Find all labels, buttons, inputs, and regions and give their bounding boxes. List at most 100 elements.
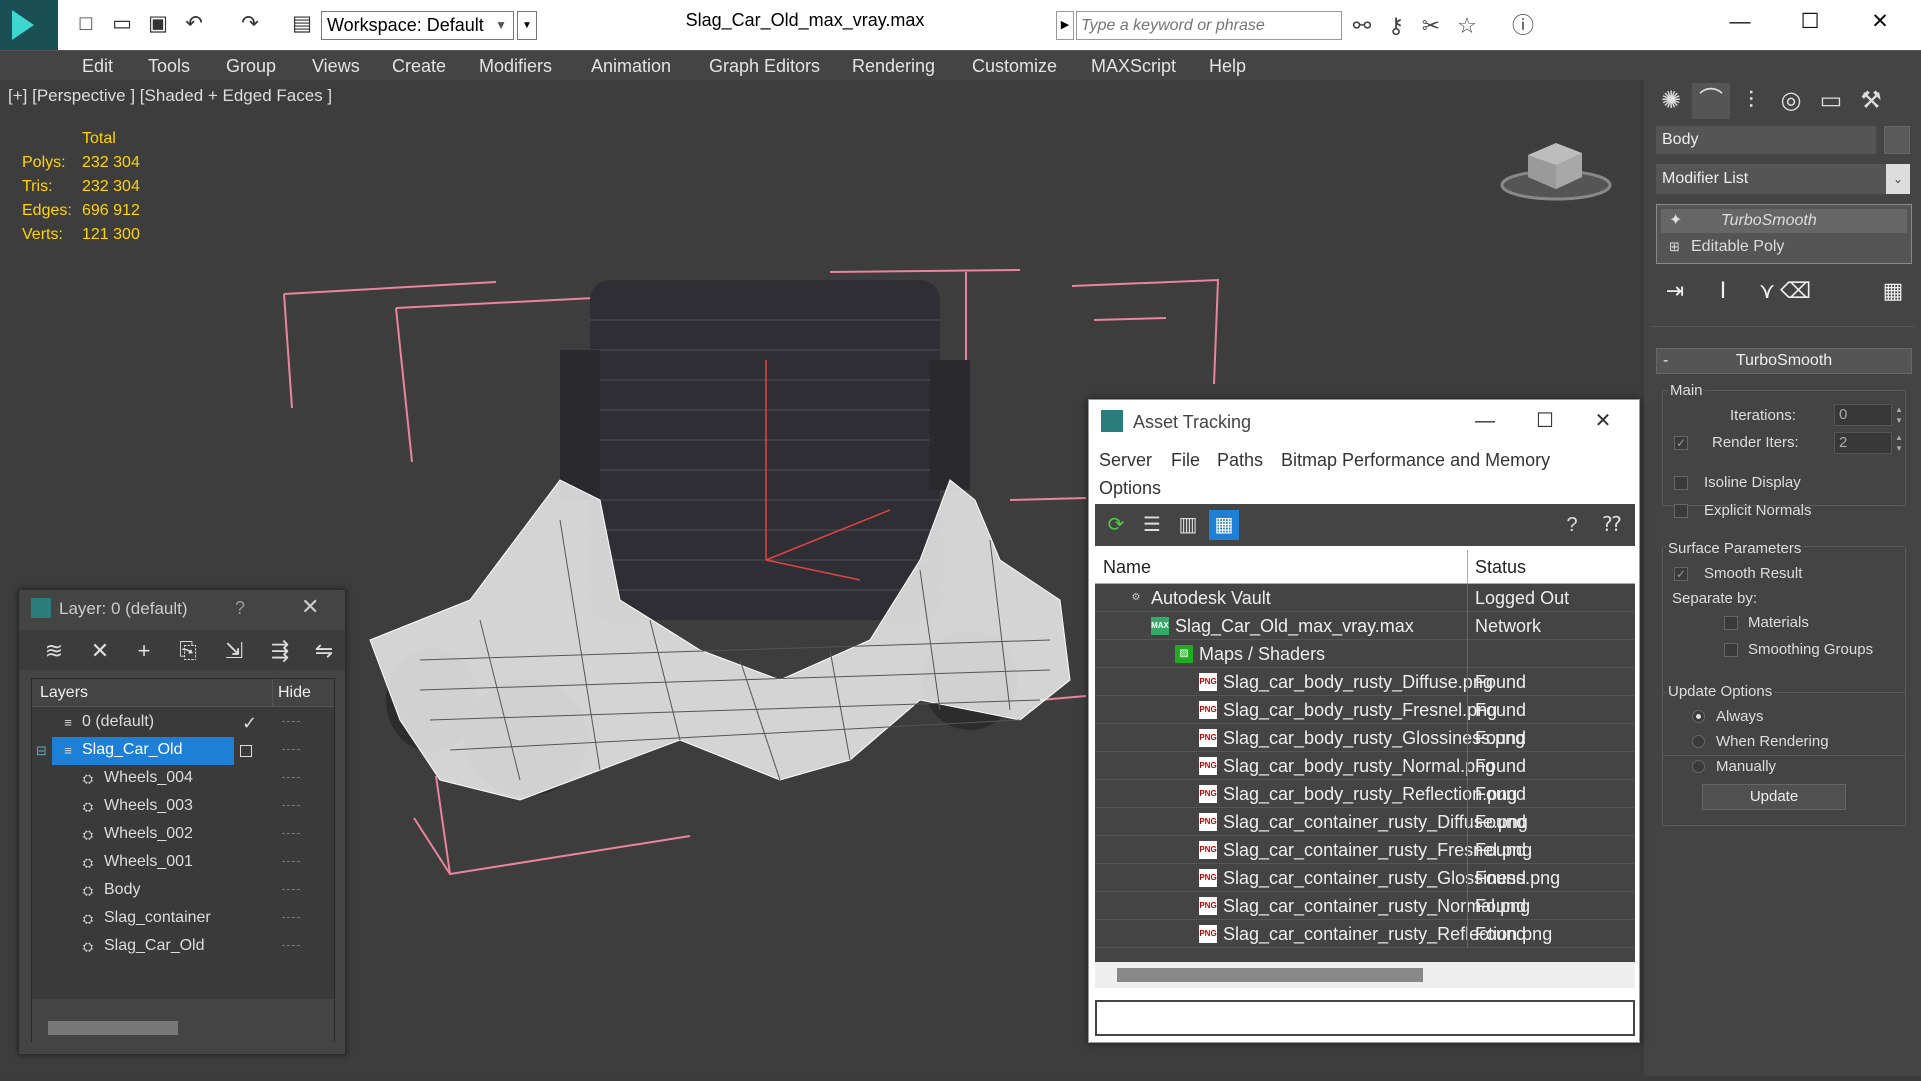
iterations-spinner[interactable]: 0: [1834, 404, 1892, 426]
lightbulb-icon[interactable]: ✦: [1669, 209, 1682, 233]
layer-row[interactable]: ⊟ ≡ Slag_Car_Old: [32, 737, 334, 765]
minimize-icon[interactable]: —: [1712, 4, 1768, 40]
modifier-list-dropdown[interactable]: Modifier List ⌄: [1656, 164, 1910, 194]
object-name-field[interactable]: Body: [1656, 126, 1876, 154]
menu-bitmap-performance[interactable]: Bitmap Performance and Memory: [1281, 450, 1550, 471]
menu-animation[interactable]: Animation: [591, 56, 671, 77]
binoculars-icon[interactable]: ⚯: [1347, 11, 1377, 40]
display-tab-icon[interactable]: ▭: [1812, 83, 1850, 119]
asset-row[interactable]: ▨ Maps / Shaders: [1095, 640, 1635, 668]
motion-tab-icon[interactable]: ◎: [1772, 83, 1810, 119]
col-name[interactable]: Name: [1103, 557, 1151, 578]
layer-row[interactable]: ⛭ Wheels_002: [32, 821, 334, 849]
select-layer-objects-icon[interactable]: ⇲: [219, 636, 249, 666]
menu-maxscript[interactable]: MAXScript: [1091, 56, 1176, 77]
viewcube-icon[interactable]: [1498, 125, 1616, 205]
hide-toggle[interactable]: [282, 833, 300, 836]
asset-path-field[interactable]: [1095, 1000, 1635, 1036]
active-layer-check-icon[interactable]: ✓: [242, 713, 257, 734]
menu-create[interactable]: Create: [392, 56, 446, 77]
asset-row[interactable]: PNG Slag_car_container_rusty_Normal.png …: [1095, 892, 1635, 920]
menu-server[interactable]: Server: [1099, 450, 1152, 471]
hide-toggle[interactable]: [282, 945, 300, 948]
make-unique-icon[interactable]: ⋎: [1752, 276, 1782, 306]
search-input[interactable]: [1076, 11, 1342, 40]
collapse-tree-icon[interactable]: ⊟: [36, 743, 47, 759]
stack-item-editable-poly[interactable]: ⊞ Editable Poly: [1661, 235, 1907, 259]
key-icon[interactable]: ⚷: [1381, 11, 1411, 40]
spinner-arrows-icon[interactable]: ▲ ▼: [1892, 432, 1906, 454]
layer-panel-titlebar[interactable]: Layer: 0 (default) ? ✕: [19, 590, 345, 628]
smoothing-groups-checkbox[interactable]: [1724, 643, 1738, 657]
help-icon[interactable]: ?: [1557, 510, 1587, 540]
hierarchy-tab-icon[interactable]: ⫶: [1732, 83, 1770, 119]
communication-icon[interactable]: ✂: [1416, 11, 1446, 40]
asset-row[interactable]: PNG Slag_car_container_rusty_Glossiness.…: [1095, 864, 1635, 892]
remove-modifier-icon[interactable]: ⌫: [1780, 276, 1811, 306]
layer-row[interactable]: ⛭ Wheels_003: [32, 793, 334, 821]
asset-row[interactable]: PNG Slag_car_body_rusty_Fresnel.png Foun…: [1095, 696, 1635, 724]
project-folder-icon[interactable]: ▤: [288, 10, 316, 38]
manually-radio[interactable]: [1692, 760, 1705, 773]
delete-icon[interactable]: ✕: [85, 636, 115, 666]
save-icon[interactable]: ▣: [144, 10, 172, 38]
layer-row[interactable]: ⛭ Wheels_001: [32, 849, 334, 877]
asset-row[interactable]: PNG Slag_car_body_rusty_Normal.png Found: [1095, 752, 1635, 780]
contextual-help-icon[interactable]: ⁇: [1597, 510, 1627, 540]
smooth-result-checkbox[interactable]: ✓: [1674, 567, 1688, 581]
highlight-selected-layer-icon[interactable]: ⇶: [265, 636, 295, 666]
minimize-icon[interactable]: —: [1459, 404, 1511, 438]
search-expand-icon[interactable]: ▶: [1056, 11, 1074, 40]
layer-row[interactable]: ⛭ Slag_Car_Old: [32, 933, 334, 961]
menu-file[interactable]: File: [1171, 450, 1200, 471]
menu-customize[interactable]: Customize: [972, 56, 1057, 77]
help-icon[interactable]: ?: [235, 598, 245, 619]
app-logo[interactable]: [0, 0, 58, 50]
layer-horizontal-scrollbar[interactable]: [48, 1021, 178, 1035]
stack-item-turbosmooth[interactable]: ✦ TurboSmooth: [1661, 209, 1907, 233]
undo-icon[interactable]: ↶: [180, 10, 208, 38]
favorites-star-icon[interactable]: ☆: [1452, 11, 1482, 40]
explicit-normals-checkbox[interactable]: [1674, 504, 1688, 518]
turbosmooth-rollout-header[interactable]: - TurboSmooth: [1656, 348, 1912, 374]
close-icon[interactable]: ✕: [1577, 404, 1629, 438]
modify-tab-icon[interactable]: ⌒: [1692, 83, 1730, 119]
hide-toggle[interactable]: [282, 749, 300, 752]
menu-options[interactable]: Options: [1099, 478, 1161, 499]
layer-row[interactable]: ⛭ Body: [32, 877, 334, 905]
hide-toggle[interactable]: [282, 917, 300, 920]
asset-panel-titlebar[interactable]: Asset Tracking — ☐ ✕: [1089, 400, 1639, 442]
hide-toggle[interactable]: [282, 805, 300, 808]
layers-stack-icon[interactable]: ≋: [39, 636, 69, 666]
redo-icon[interactable]: ↷: [236, 10, 264, 38]
col-status[interactable]: Status: [1475, 557, 1526, 578]
list-view-icon[interactable]: ☰: [1137, 510, 1167, 540]
asset-row[interactable]: PNG Slag_car_body_rusty_Reflection.png F…: [1095, 780, 1635, 808]
menu-group[interactable]: Group: [226, 56, 276, 77]
layer-row[interactable]: ⛭ Slag_container: [32, 905, 334, 933]
hide-toggle[interactable]: [282, 889, 300, 892]
asset-horizontal-scrollbar[interactable]: [1117, 968, 1423, 982]
hide-toggle[interactable]: [282, 861, 300, 864]
close-icon[interactable]: ✕: [301, 594, 319, 620]
menu-rendering[interactable]: Rendering: [852, 56, 935, 77]
menu-edit[interactable]: Edit: [82, 56, 113, 77]
viewport-label[interactable]: [+] [Perspective ] [Shaded + Edged Faces…: [8, 86, 332, 106]
add-icon[interactable]: +: [129, 636, 159, 666]
object-color-swatch[interactable]: [1884, 126, 1910, 154]
open-file-icon[interactable]: ▭: [108, 10, 136, 38]
spinner-arrows-icon[interactable]: ▲ ▼: [1892, 404, 1906, 426]
layer-row[interactable]: ⛭ Wheels_004: [32, 765, 334, 793]
create-tab-icon[interactable]: ✺: [1652, 83, 1690, 119]
update-button[interactable]: Update: [1702, 784, 1846, 810]
plus-icon[interactable]: ⊞: [1669, 235, 1680, 259]
when-rendering-radio[interactable]: [1692, 735, 1705, 748]
hide-toggle[interactable]: [282, 721, 300, 724]
isoline-display-checkbox[interactable]: [1674, 476, 1688, 490]
menu-modifiers[interactable]: Modifiers: [479, 56, 552, 77]
menu-paths[interactable]: Paths: [1217, 450, 1263, 471]
refresh-icon[interactable]: ⟳: [1101, 510, 1131, 540]
menu-tools[interactable]: Tools: [148, 56, 190, 77]
render-iters-checkbox[interactable]: ✓: [1674, 436, 1688, 450]
menu-graph-editors[interactable]: Graph Editors: [709, 56, 820, 77]
